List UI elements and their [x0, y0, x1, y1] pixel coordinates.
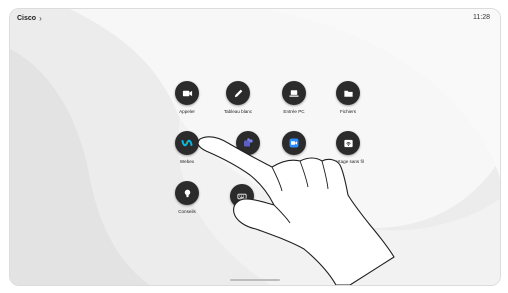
- call-button[interactable]: [175, 81, 199, 105]
- app-label-webex: Webex: [179, 159, 195, 164]
- app-label-wireless-share: Partage sans fil: [332, 159, 364, 164]
- laptop-icon: [289, 89, 299, 97]
- app-tile-keyboard[interactable]: [212, 184, 272, 212]
- app-tile-tips[interactable]: Conseils: [157, 181, 217, 214]
- webex-button[interactable]: [175, 131, 199, 155]
- device-screen: Cisco › 11:28 Appeler Tableau blanc Entr…: [9, 8, 501, 286]
- webex-logo-icon: [181, 139, 193, 147]
- app-tile-files[interactable]: Fichiers: [318, 81, 378, 114]
- pc-input-button[interactable]: [282, 81, 306, 105]
- brand-label: Cisco: [17, 15, 37, 22]
- app-label-whiteboard: Tableau blanc: [223, 109, 253, 114]
- home-indicator-bar[interactable]: [230, 279, 280, 281]
- app-label-tips: Conseils: [178, 209, 196, 214]
- video-camera-icon: [182, 90, 192, 96]
- app-label-pc-input: Entrée PC: [283, 109, 305, 114]
- lightbulb-icon: [184, 189, 190, 197]
- app-tile-webex[interactable]: Webex: [157, 131, 217, 164]
- pencil-icon: [234, 89, 242, 97]
- app-tile-pc-input[interactable]: Entrée PC: [264, 81, 324, 114]
- app-tile-whiteboard[interactable]: Tableau blanc: [208, 81, 268, 114]
- app-label-files: Fichiers: [339, 109, 357, 114]
- zoom-button[interactable]: [282, 131, 306, 155]
- clock: 11:28: [473, 14, 490, 21]
- app-tile-zoom[interactable]: [264, 131, 324, 159]
- files-button[interactable]: [336, 81, 360, 105]
- tips-button[interactable]: [175, 181, 199, 205]
- whiteboard-button[interactable]: [226, 81, 250, 105]
- teams-logo-icon: [244, 138, 253, 147]
- wireless-share-button[interactable]: [336, 131, 360, 155]
- wireless-share-icon: [343, 139, 353, 147]
- keyboard-icon: [237, 193, 247, 199]
- breadcrumb-brand[interactable]: Cisco ›: [17, 14, 42, 23]
- keyboard-button[interactable]: [230, 184, 254, 208]
- zoom-logo-icon: [289, 138, 299, 148]
- top-bar: Cisco › 11:28: [10, 9, 500, 29]
- app-tile-wireless-share[interactable]: Partage sans fil: [318, 131, 378, 164]
- teams-button[interactable]: [236, 131, 260, 155]
- folder-icon: [343, 90, 353, 97]
- chevron-right-icon: ›: [39, 14, 42, 23]
